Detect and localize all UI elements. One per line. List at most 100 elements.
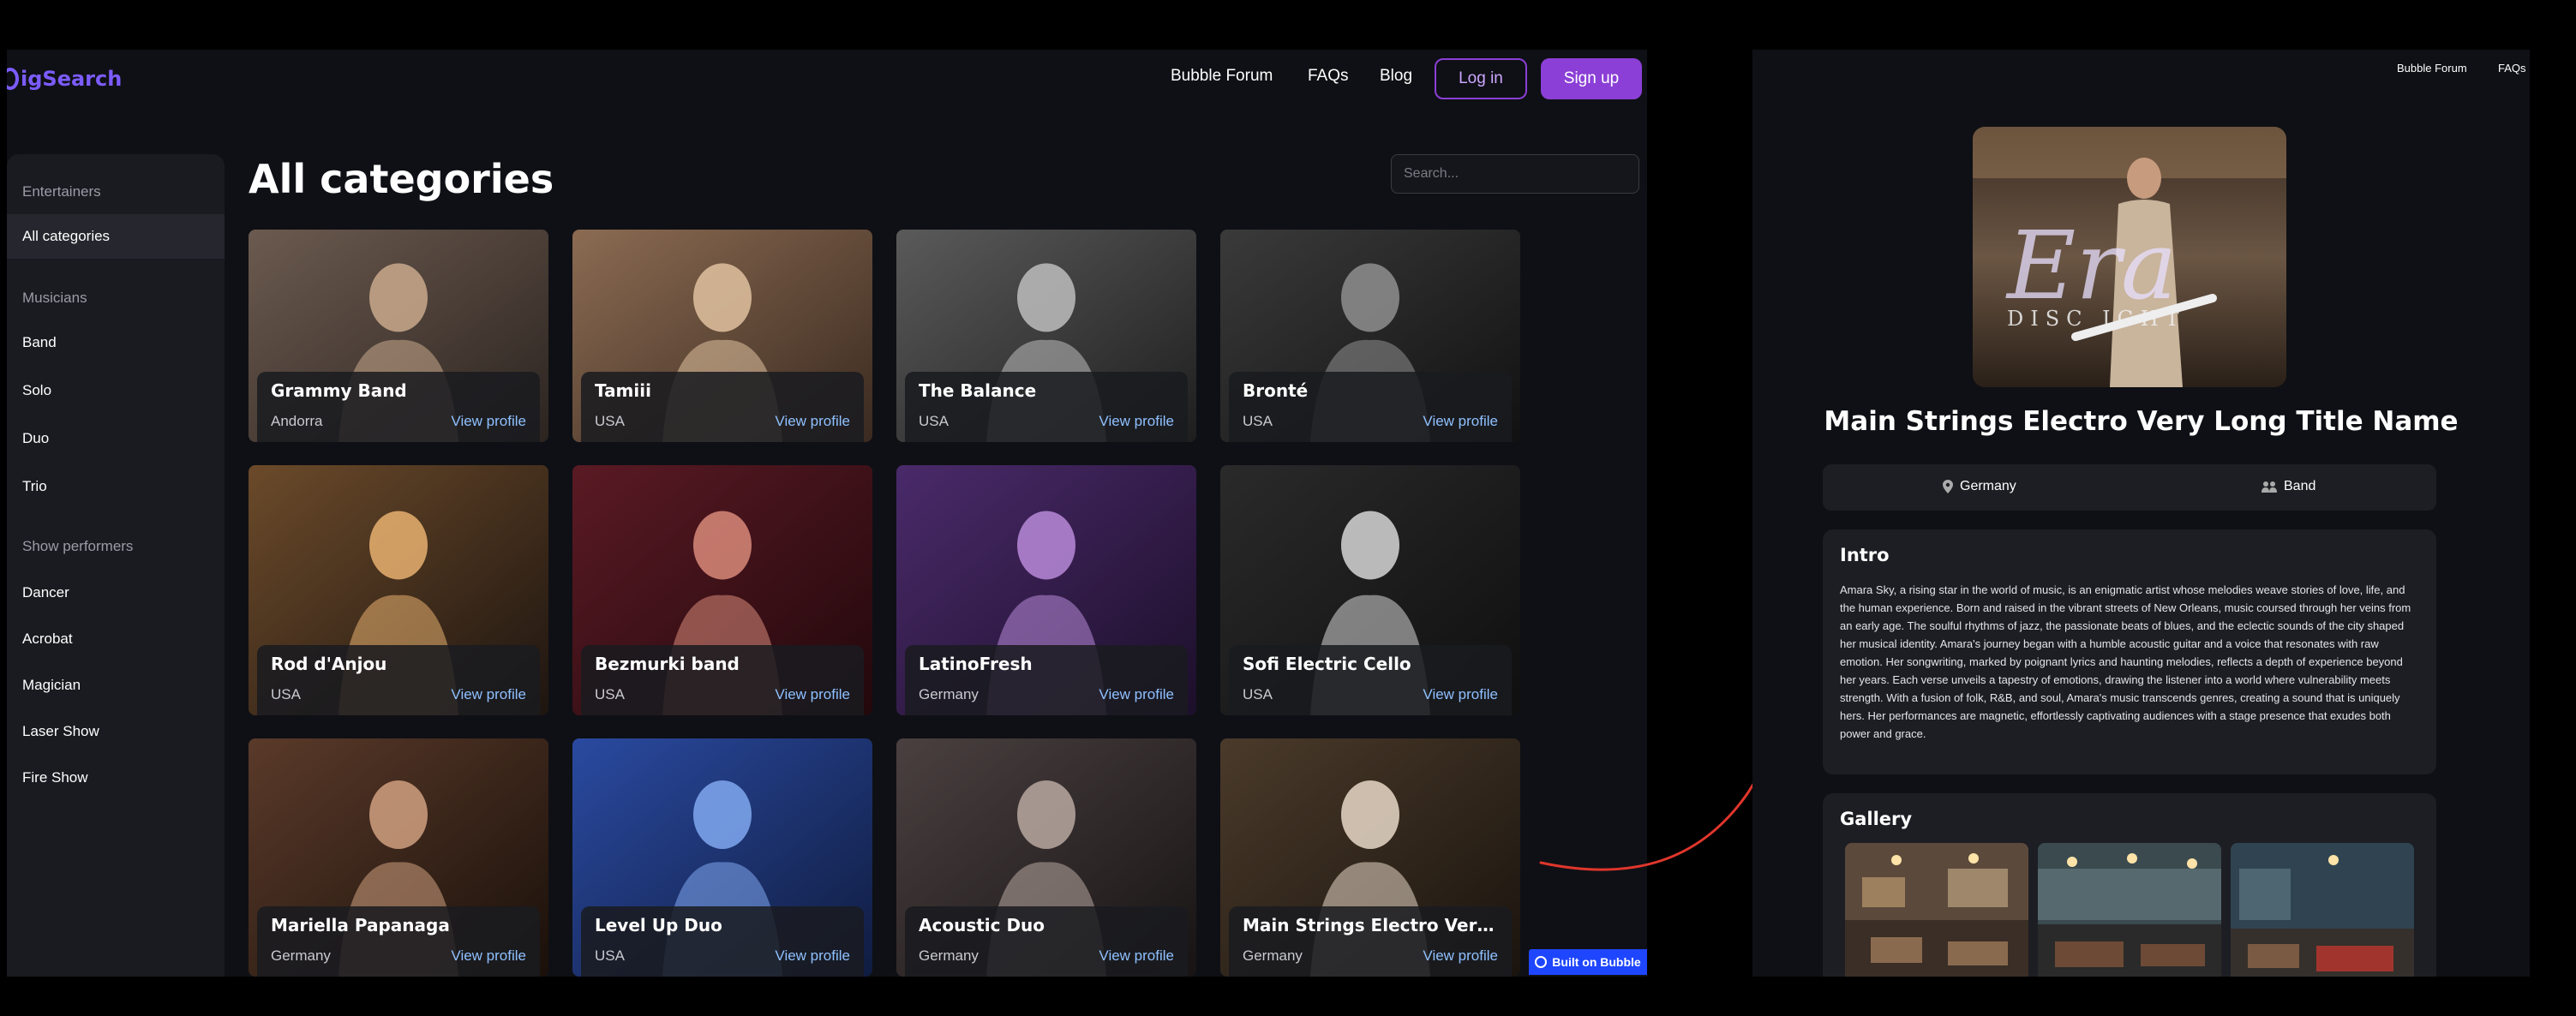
sidebar-item-magician[interactable]: Magician	[7, 663, 225, 708]
sidebar-item-all-categories[interactable]: All categories	[7, 214, 225, 259]
top-navigation: igSearch Bubble Forum FAQs Blog Log in S…	[7, 50, 1647, 110]
nav-bubble-forum[interactable]: Bubble Forum	[2397, 62, 2467, 75]
view-profile-link[interactable]: View profile	[1099, 413, 1174, 430]
performer-location: USA	[919, 413, 949, 429]
view-profile-link[interactable]: View profile	[1099, 947, 1174, 965]
performer-card[interactable]: Bezmurki band USA View profile	[572, 465, 872, 715]
signup-button[interactable]: Sign up	[1541, 58, 1642, 99]
gallery-section: Gallery	[1823, 793, 2436, 977]
view-profile-link[interactable]: View profile	[451, 413, 526, 430]
card-info-panel: LatinoFresh Germany View profile	[905, 645, 1188, 715]
page-title: All categories	[249, 156, 554, 202]
performer-card[interactable]: The Balance USA View profile	[896, 230, 1196, 442]
profile-photo: Era DISC IGHT	[1973, 127, 2286, 387]
view-profile-link[interactable]: View profile	[775, 413, 850, 430]
sidebar-item-solo[interactable]: Solo	[7, 368, 225, 413]
card-info-panel: The Balance USA View profile	[905, 372, 1188, 442]
sidebar-heading-musicians: Musicians	[22, 290, 87, 306]
profile-title: Main Strings Electro Very Long Title Nam…	[1824, 406, 2459, 437]
gallery-heading: Gallery	[1840, 809, 1913, 829]
svg-text:Era: Era	[2005, 211, 2177, 320]
performer-location: USA	[1243, 413, 1273, 429]
performer-card[interactable]: Mariella Papanaga Germany View profile	[249, 738, 548, 977]
logo-text: igSearch	[21, 67, 123, 91]
left-app-window: igSearch Bubble Forum FAQs Blog Log in S…	[7, 50, 1647, 977]
card-info-panel: Mariella Papanaga Germany View profile	[257, 906, 540, 977]
login-button[interactable]: Log in	[1435, 58, 1527, 99]
performer-card[interactable]: Rod d'Anjou USA View profile	[249, 465, 548, 715]
view-profile-link[interactable]: View profile	[1423, 686, 1498, 703]
performer-name: Level Up Duo	[595, 915, 722, 935]
badge-label: Built on Bubble	[1552, 955, 1641, 969]
performer-card[interactable]: Tamiii USA View profile	[572, 230, 872, 442]
performer-card[interactable]: Level Up Duo USA View profile	[572, 738, 872, 977]
category-meta: Band	[2261, 479, 2315, 494]
view-profile-link[interactable]: View profile	[1423, 947, 1498, 965]
sidebar-item-dancer[interactable]: Dancer	[7, 571, 225, 615]
profile-detail-panel: Bubble Forum FAQs Era DISC IGHT Main Str…	[1752, 50, 2530, 977]
performer-name: Bronté	[1243, 380, 1309, 401]
logo[interactable]: igSearch	[7, 63, 122, 94]
sidebar-item-trio[interactable]: Trio	[7, 464, 225, 509]
profile-meta-bar: Germany Band	[1823, 464, 2436, 511]
category-text: Band	[2284, 479, 2316, 493]
intro-section: Intro Amara Sky, a rising star in the wo…	[1823, 529, 2436, 774]
performer-card[interactable]: Grammy Band Andorra View profile	[249, 230, 548, 442]
card-info-panel: Bronté USA View profile	[1229, 372, 1512, 442]
view-profile-link[interactable]: View profile	[1423, 413, 1498, 430]
sidebar-item-fire-show[interactable]: Fire Show	[7, 756, 225, 800]
performer-card[interactable]: Main Strings Electro Very Long... Germany…	[1220, 738, 1520, 977]
view-profile-link[interactable]: View profile	[775, 686, 850, 703]
intro-text: Amara Sky, a rising star in the world of…	[1840, 583, 2411, 740]
view-profile-link[interactable]: View profile	[451, 686, 526, 703]
search-input[interactable]	[1391, 154, 1639, 194]
performer-location: USA	[1243, 686, 1273, 702]
bubble-logo-icon	[1535, 956, 1548, 968]
sidebar-item-duo[interactable]: Duo	[7, 416, 225, 461]
performer-name: Rod d'Anjou	[271, 654, 387, 674]
sidebar-item-laser-show[interactable]: Laser Show	[7, 709, 225, 754]
performer-card[interactable]: Acoustic Duo Germany View profile	[896, 738, 1196, 977]
view-profile-link[interactable]: View profile	[451, 947, 526, 965]
performer-card[interactable]: LatinoFresh Germany View profile	[896, 465, 1196, 715]
view-profile-link[interactable]: View profile	[1099, 686, 1174, 703]
performer-location: Germany	[271, 947, 331, 964]
performer-name: Grammy Band	[271, 380, 407, 401]
card-info-panel: Grammy Band Andorra View profile	[257, 372, 540, 442]
performer-location: USA	[271, 686, 301, 702]
card-info-panel: Sofi Electric Cello USA View profile	[1229, 645, 1512, 715]
performer-name: Acoustic Duo	[919, 915, 1045, 935]
view-profile-link[interactable]: View profile	[775, 947, 850, 965]
performer-location: Germany	[919, 947, 979, 964]
performer-location: USA	[595, 413, 625, 429]
sidebar-item-acrobat[interactable]: Acrobat	[7, 617, 225, 661]
gallery-image[interactable]	[1845, 843, 2028, 977]
performer-name: The Balance	[919, 380, 1037, 401]
performer-card[interactable]: Bronté USA View profile	[1220, 230, 1520, 442]
performer-location: USA	[595, 947, 625, 964]
built-on-bubble-badge[interactable]: Built on Bubble	[1529, 949, 1647, 975]
location-pin-icon	[1943, 480, 1953, 493]
location-text: Germany	[1960, 479, 2016, 493]
card-info-panel: Main Strings Electro Very Long... Germany…	[1229, 906, 1512, 977]
performer-location: Germany	[919, 686, 979, 702]
performer-name: Mariella Papanaga	[271, 915, 450, 935]
performer-location: USA	[595, 686, 625, 702]
performer-location: Andorra	[271, 413, 323, 429]
performer-card[interactable]: Sofi Electric Cello USA View profile	[1220, 465, 1520, 715]
card-info-panel: Acoustic Duo Germany View profile	[905, 906, 1188, 977]
performer-name: Main Strings Electro Very Long...	[1243, 915, 1500, 935]
performer-name: LatinoFresh	[919, 654, 1033, 674]
gallery-image[interactable]	[2231, 843, 2414, 977]
card-info-panel: Rod d'Anjou USA View profile	[257, 645, 540, 715]
card-info-panel: Level Up Duo USA View profile	[581, 906, 864, 977]
gallery-image[interactable]	[2038, 843, 2221, 977]
card-info-panel: Tamiii USA View profile	[581, 372, 864, 442]
nav-faqs[interactable]: FAQs	[1308, 67, 1349, 86]
nav-bubble-forum[interactable]: Bubble Forum	[1171, 67, 1273, 86]
sidebar-item-band[interactable]: Band	[7, 320, 225, 365]
group-people-icon	[2261, 481, 2277, 493]
nav-faqs[interactable]: FAQs	[2498, 62, 2526, 75]
nav-blog[interactable]: Blog	[1380, 67, 1412, 86]
card-info-panel: Bezmurki band USA View profile	[581, 645, 864, 715]
